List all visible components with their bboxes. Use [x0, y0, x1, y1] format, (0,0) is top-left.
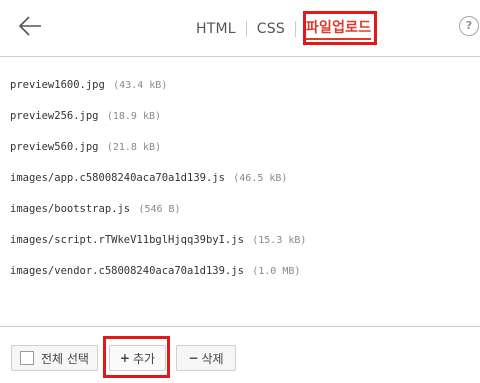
file-name: preview256.jpg	[10, 110, 99, 122]
file-list-item[interactable]: preview560.jpg (21.8 kB)	[10, 134, 470, 165]
file-list-item[interactable]: preview1600.jpg (43.4 kB)	[10, 72, 470, 103]
file-size: (1.0 MB)	[252, 266, 301, 277]
file-list-item[interactable]: preview256.jpg (18.9 kB)	[10, 103, 470, 134]
file-size: (546 B)	[138, 204, 181, 215]
add-button[interactable]: + 추가	[109, 345, 166, 371]
file-name: images/app.c58008240aca70a1d139.js	[10, 172, 225, 184]
file-size: (46.5 kB)	[233, 173, 288, 184]
minus-icon: −	[188, 351, 199, 365]
tab-css[interactable]: CSS	[257, 21, 285, 37]
header: HTML CSS 파일업로드 ?	[0, 0, 480, 57]
file-upload-panel: HTML CSS 파일업로드 ? preview1600.jpg (43.4 k…	[0, 0, 480, 383]
add-label: 추가	[132, 351, 156, 366]
tab-bar: HTML CSS 파일업로드	[196, 17, 372, 41]
file-list-item[interactable]: images/script.rTWkeV11bglHjqq39byI.js (1…	[10, 227, 470, 258]
file-size: (43.4 kB)	[113, 80, 168, 91]
select-all-button[interactable]: 전체 선택	[11, 345, 98, 371]
help-button[interactable]: ?	[459, 16, 479, 36]
file-list-item[interactable]: images/bootstrap.js (546 B)	[10, 196, 470, 227]
question-mark-icon: ?	[465, 19, 473, 32]
file-name: images/script.rTWkeV11bglHjqq39byI.js	[10, 234, 244, 246]
tab-divider	[245, 21, 247, 37]
file-name: preview1600.jpg	[10, 79, 105, 91]
tab-divider	[294, 21, 296, 37]
file-size: (18.9 kB)	[106, 111, 162, 122]
file-name: images/bootstrap.js	[10, 203, 131, 215]
select-all-label: 전체 선택	[41, 351, 89, 366]
arrow-left-icon	[18, 16, 41, 36]
file-list-item[interactable]: images/vendor.c58008240aca70a1d139.js (1…	[10, 258, 470, 289]
file-size: (15.3 kB)	[252, 235, 307, 246]
tab-html[interactable]: HTML	[196, 21, 236, 37]
back-button[interactable]	[12, 10, 48, 46]
file-name: images/vendor.c58008240aca70a1d139.js	[10, 265, 244, 277]
file-name: preview560.jpg	[10, 141, 99, 153]
file-size: (21.8 kB)	[106, 142, 162, 153]
plus-icon: +	[119, 351, 130, 365]
footer-toolbar: 전체 선택 + 추가 − 삭제	[0, 326, 480, 383]
delete-button[interactable]: − 삭제	[176, 345, 236, 371]
file-list: preview1600.jpg (43.4 kB) preview256.jpg…	[10, 72, 470, 289]
tab-file-upload[interactable]: 파일업로드	[305, 19, 372, 40]
file-list-item[interactable]: images/app.c58008240aca70a1d139.js (46.5…	[10, 165, 470, 196]
select-all-checkbox[interactable]	[20, 351, 34, 365]
delete-label: 삭제	[201, 351, 224, 366]
